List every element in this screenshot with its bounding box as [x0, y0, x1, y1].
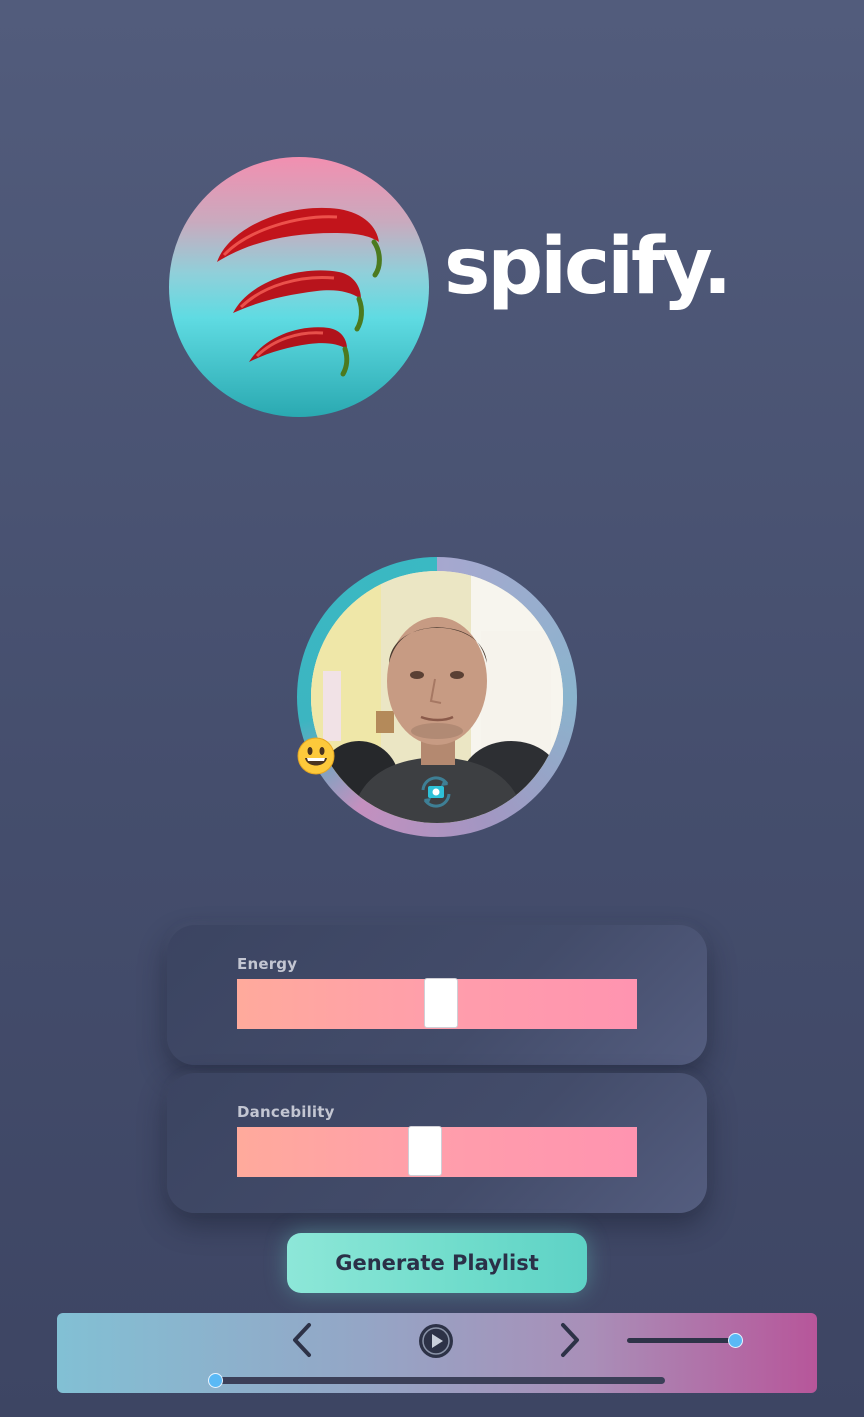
progress-knob[interactable]	[207, 1373, 223, 1388]
grinning-face-icon	[297, 737, 335, 775]
brand-name: spicify.	[444, 222, 732, 312]
player-bar	[57, 1313, 817, 1393]
volume-knob[interactable]	[727, 1333, 743, 1348]
chevron-right-icon[interactable]	[555, 1321, 585, 1359]
dancebility-label: Dancebility	[237, 1103, 335, 1121]
switch-camera-icon[interactable]	[417, 773, 455, 811]
dancebility-slider-thumb[interactable]	[408, 1126, 442, 1176]
progress-slider[interactable]	[207, 1373, 665, 1388]
generate-playlist-button[interactable]: Generate Playlist	[287, 1233, 587, 1293]
dancebility-slider-card: Dancebility	[167, 1073, 707, 1213]
energy-slider[interactable]	[237, 978, 637, 1029]
energy-label: Energy	[237, 955, 298, 973]
play-circle-icon[interactable]	[417, 1322, 455, 1360]
energy-slider-thumb[interactable]	[424, 978, 458, 1028]
chevron-left-icon[interactable]	[287, 1321, 317, 1359]
chili-peppers-logo-icon	[217, 207, 382, 377]
app-logo	[169, 157, 429, 417]
dancebility-slider[interactable]	[237, 1126, 637, 1177]
energy-slider-card: Energy	[167, 925, 707, 1065]
volume-slider[interactable]	[627, 1333, 743, 1348]
